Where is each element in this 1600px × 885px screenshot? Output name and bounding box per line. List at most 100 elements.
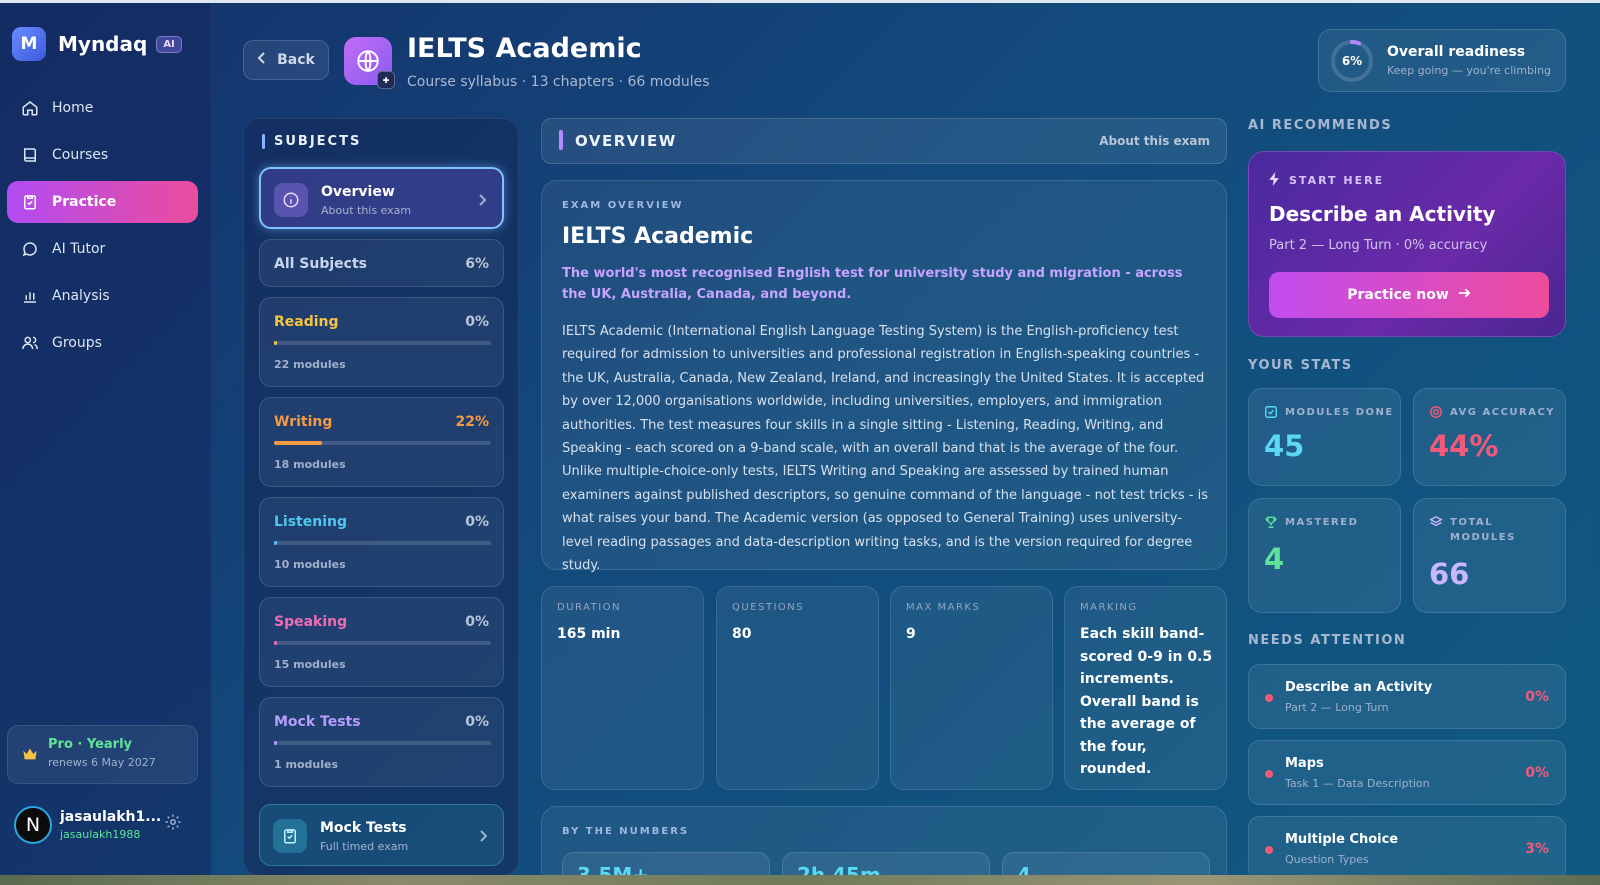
exam-tagline: The world's most recognised English test… xyxy=(562,266,1183,302)
nav-label: Practice xyxy=(52,194,117,210)
trophy-icon xyxy=(1264,514,1278,533)
subject-name: Writing xyxy=(274,414,333,430)
mock-test-card[interactable]: Mock Tests Full timed exam xyxy=(259,804,504,866)
subject-modules: 15 modules xyxy=(274,658,346,671)
nav-item-courses[interactable]: Courses xyxy=(7,134,198,176)
subject-progress-fill xyxy=(274,441,322,445)
avatar[interactable]: N xyxy=(14,806,52,844)
page-subtitle: Course syllabus · 13 chapters · 66 modul… xyxy=(407,74,710,90)
back-label: Back xyxy=(277,52,315,68)
practice-now-button[interactable]: Practice now xyxy=(1269,272,1549,318)
plan-title: Pro · Yearly xyxy=(48,737,133,752)
nav-item-ai-tutor[interactable]: AI Tutor xyxy=(7,228,198,270)
subject-percent: 22% xyxy=(455,414,489,430)
subject-overview-card[interactable]: Overview About this exam xyxy=(259,167,504,229)
subject-progress-fill xyxy=(274,541,278,545)
chevron-right-icon xyxy=(479,827,488,846)
subject-card[interactable]: Reading 0% 22 modules xyxy=(259,297,504,387)
stat-value: 66 xyxy=(1429,557,1470,591)
target-icon xyxy=(1429,404,1443,423)
subject-name: All Subjects xyxy=(274,256,367,272)
main-nav: Home Courses Practice AI Tutor Analysis … xyxy=(7,87,198,369)
fact-duration: DURATION 165 min xyxy=(541,586,704,790)
exam-overview-label: EXAM OVERVIEW xyxy=(562,200,684,211)
attention-item[interactable]: Describe an Activity Part 2 — Long Turn … xyxy=(1248,664,1566,729)
app-name: Myndaq xyxy=(58,32,148,56)
user-profile[interactable]: N jasaulakh1... jasaulakh1988 xyxy=(14,803,199,847)
subject-progress-track xyxy=(274,641,491,645)
nav-item-practice[interactable]: Practice xyxy=(7,181,198,223)
attention-item[interactable]: Multiple Choice Question Types 3% xyxy=(1248,816,1566,881)
bar-chart-icon xyxy=(20,286,40,306)
ai-badge: AI xyxy=(156,35,182,53)
stat-label: MODULES DONE xyxy=(1285,407,1394,418)
fact-marking: MARKING Each skill band-scored 0-9 in 0.… xyxy=(1064,586,1227,790)
subject-modules: 10 modules xyxy=(274,558,346,571)
desktop-wallpaper-strip xyxy=(0,875,1600,885)
chevron-right-icon xyxy=(478,191,487,210)
subject-card[interactable]: Writing 22% 18 modules xyxy=(259,397,504,487)
attention-percent: 0% xyxy=(1525,689,1549,705)
nav-item-groups[interactable]: Groups xyxy=(7,322,198,364)
nav-label: AI Tutor xyxy=(52,241,106,257)
subject-all-card[interactable]: All Subjects 6% xyxy=(259,239,504,287)
overview-title: Overview xyxy=(321,184,395,200)
overview-header: OVERVIEW About this exam xyxy=(541,118,1227,164)
subject-progress-fill xyxy=(274,641,278,645)
nav-label: Home xyxy=(52,100,94,116)
subject-card[interactable]: Listening 0% 10 modules xyxy=(259,497,504,587)
attention-title: Multiple Choice xyxy=(1285,832,1399,847)
sidebar: M Myndaq AI Home Courses Practice AI Tut… xyxy=(0,3,212,875)
subject-percent: 0% xyxy=(465,714,489,730)
subject-card[interactable]: Mock Tests 0% 1 modules xyxy=(259,697,504,787)
nav-label: Courses xyxy=(52,147,109,163)
subject-percent: 0% xyxy=(465,514,489,530)
ai-recommends-label: AI RECOMMENDS xyxy=(1248,118,1393,133)
nav-item-home[interactable]: Home xyxy=(7,87,198,129)
subject-card[interactable]: Speaking 0% 15 modules xyxy=(259,597,504,687)
fact-value: Each skill band-scored 0-9 in 0.5 increm… xyxy=(1080,626,1213,777)
layers-icon xyxy=(1429,514,1443,533)
subject-progress-track xyxy=(274,341,491,345)
clipboard-icon xyxy=(273,819,307,853)
attention-percent: 3% xyxy=(1525,841,1549,857)
back-button[interactable]: Back xyxy=(243,40,329,80)
fact-label: MARKING xyxy=(1080,602,1138,613)
subject-progress-track xyxy=(274,541,491,545)
nav-item-analysis[interactable]: Analysis xyxy=(7,275,198,317)
fact-value: 165 min xyxy=(557,626,621,642)
by-the-numbers: BY THE NUMBERS 3.5M+ 2h 45m 4 xyxy=(541,806,1227,885)
chevron-left-icon xyxy=(257,52,267,68)
users-icon xyxy=(20,333,40,353)
subject-name: Listening xyxy=(274,514,347,530)
subject-percent: 0% xyxy=(465,314,489,330)
fact-max-marks: MAX MARKS 9 xyxy=(890,586,1053,790)
attention-subtitle: Question Types xyxy=(1285,853,1369,866)
logo-mark-icon: M xyxy=(12,27,46,61)
subject-percent: 6% xyxy=(465,256,489,272)
nav-label: Groups xyxy=(52,335,102,351)
subject-progress-track xyxy=(274,741,491,745)
checkbox-icon xyxy=(1264,404,1278,423)
attention-subtitle: Part 2 — Long Turn xyxy=(1285,701,1389,714)
overview-subtitle: About this exam xyxy=(321,204,412,217)
plan-card[interactable]: Pro · Yearly renews 6 May 2027 xyxy=(7,725,198,784)
user-handle: jasaulakh1988 xyxy=(60,828,141,841)
attention-item[interactable]: Maps Task 1 — Data Description 0% xyxy=(1248,740,1566,805)
subject-modules: 1 modules xyxy=(274,758,338,771)
attention-subtitle: Task 1 — Data Description xyxy=(1285,777,1430,790)
subject-progress-fill xyxy=(274,341,278,345)
page-title: IELTS Academic xyxy=(407,33,642,64)
app-logo[interactable]: M Myndaq AI xyxy=(12,27,182,61)
stat-modules-done: MODULES DONE 45 xyxy=(1248,388,1401,486)
exam-description: IELTS Academic (International English La… xyxy=(562,324,1208,574)
gear-icon[interactable] xyxy=(164,813,182,835)
stat-mastered: MASTERED 4 xyxy=(1248,498,1401,613)
plan-renewal: renews 6 May 2027 xyxy=(48,756,156,769)
overall-readiness: 6% Overall readiness Keep going — you're… xyxy=(1318,29,1566,92)
subjects-heading: SUBJECTS xyxy=(262,134,361,149)
mock-subtitle: Full timed exam xyxy=(320,840,409,853)
your-stats-label: YOUR STATS xyxy=(1248,358,1353,373)
uk-flag-icon: ✚ xyxy=(377,71,395,89)
fact-label: DURATION xyxy=(557,602,622,613)
